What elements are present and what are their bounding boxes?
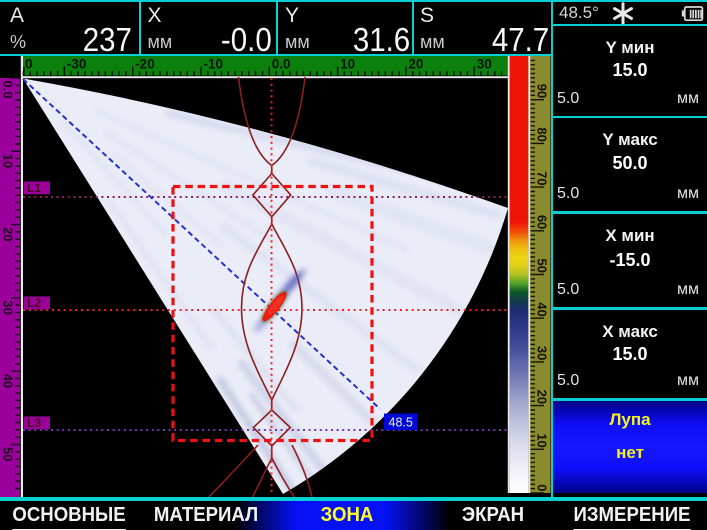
svg-text:0: 0: [535, 484, 550, 491]
svg-text:30: 30: [1, 300, 16, 314]
svg-text:90: 90: [535, 84, 550, 98]
svg-text:40: 40: [535, 302, 550, 316]
svg-text:20: 20: [1, 227, 16, 241]
svg-text:10: 10: [1, 154, 16, 168]
svg-text:30: 30: [477, 57, 492, 72]
svg-text:30: 30: [535, 346, 550, 360]
svg-text:L3: L3: [27, 416, 41, 430]
svg-text:50: 50: [1, 447, 16, 461]
svg-text:20: 20: [535, 390, 550, 404]
svg-text:48.5: 48.5: [389, 416, 413, 430]
svg-text:0.0: 0.0: [272, 57, 291, 72]
svg-text:L1: L1: [27, 181, 41, 195]
svg-text:60: 60: [535, 215, 550, 229]
svg-text:20: 20: [408, 57, 423, 72]
svg-text:10: 10: [535, 433, 550, 447]
svg-text:50: 50: [535, 259, 550, 273]
svg-text:-20: -20: [135, 57, 155, 72]
svg-text:80: 80: [535, 127, 550, 141]
svg-text:0.0: 0.0: [1, 81, 16, 99]
svg-text:70: 70: [535, 171, 550, 185]
svg-text:0: 0: [25, 57, 33, 72]
svg-text:40: 40: [1, 374, 16, 388]
svg-text:L2: L2: [27, 296, 41, 310]
